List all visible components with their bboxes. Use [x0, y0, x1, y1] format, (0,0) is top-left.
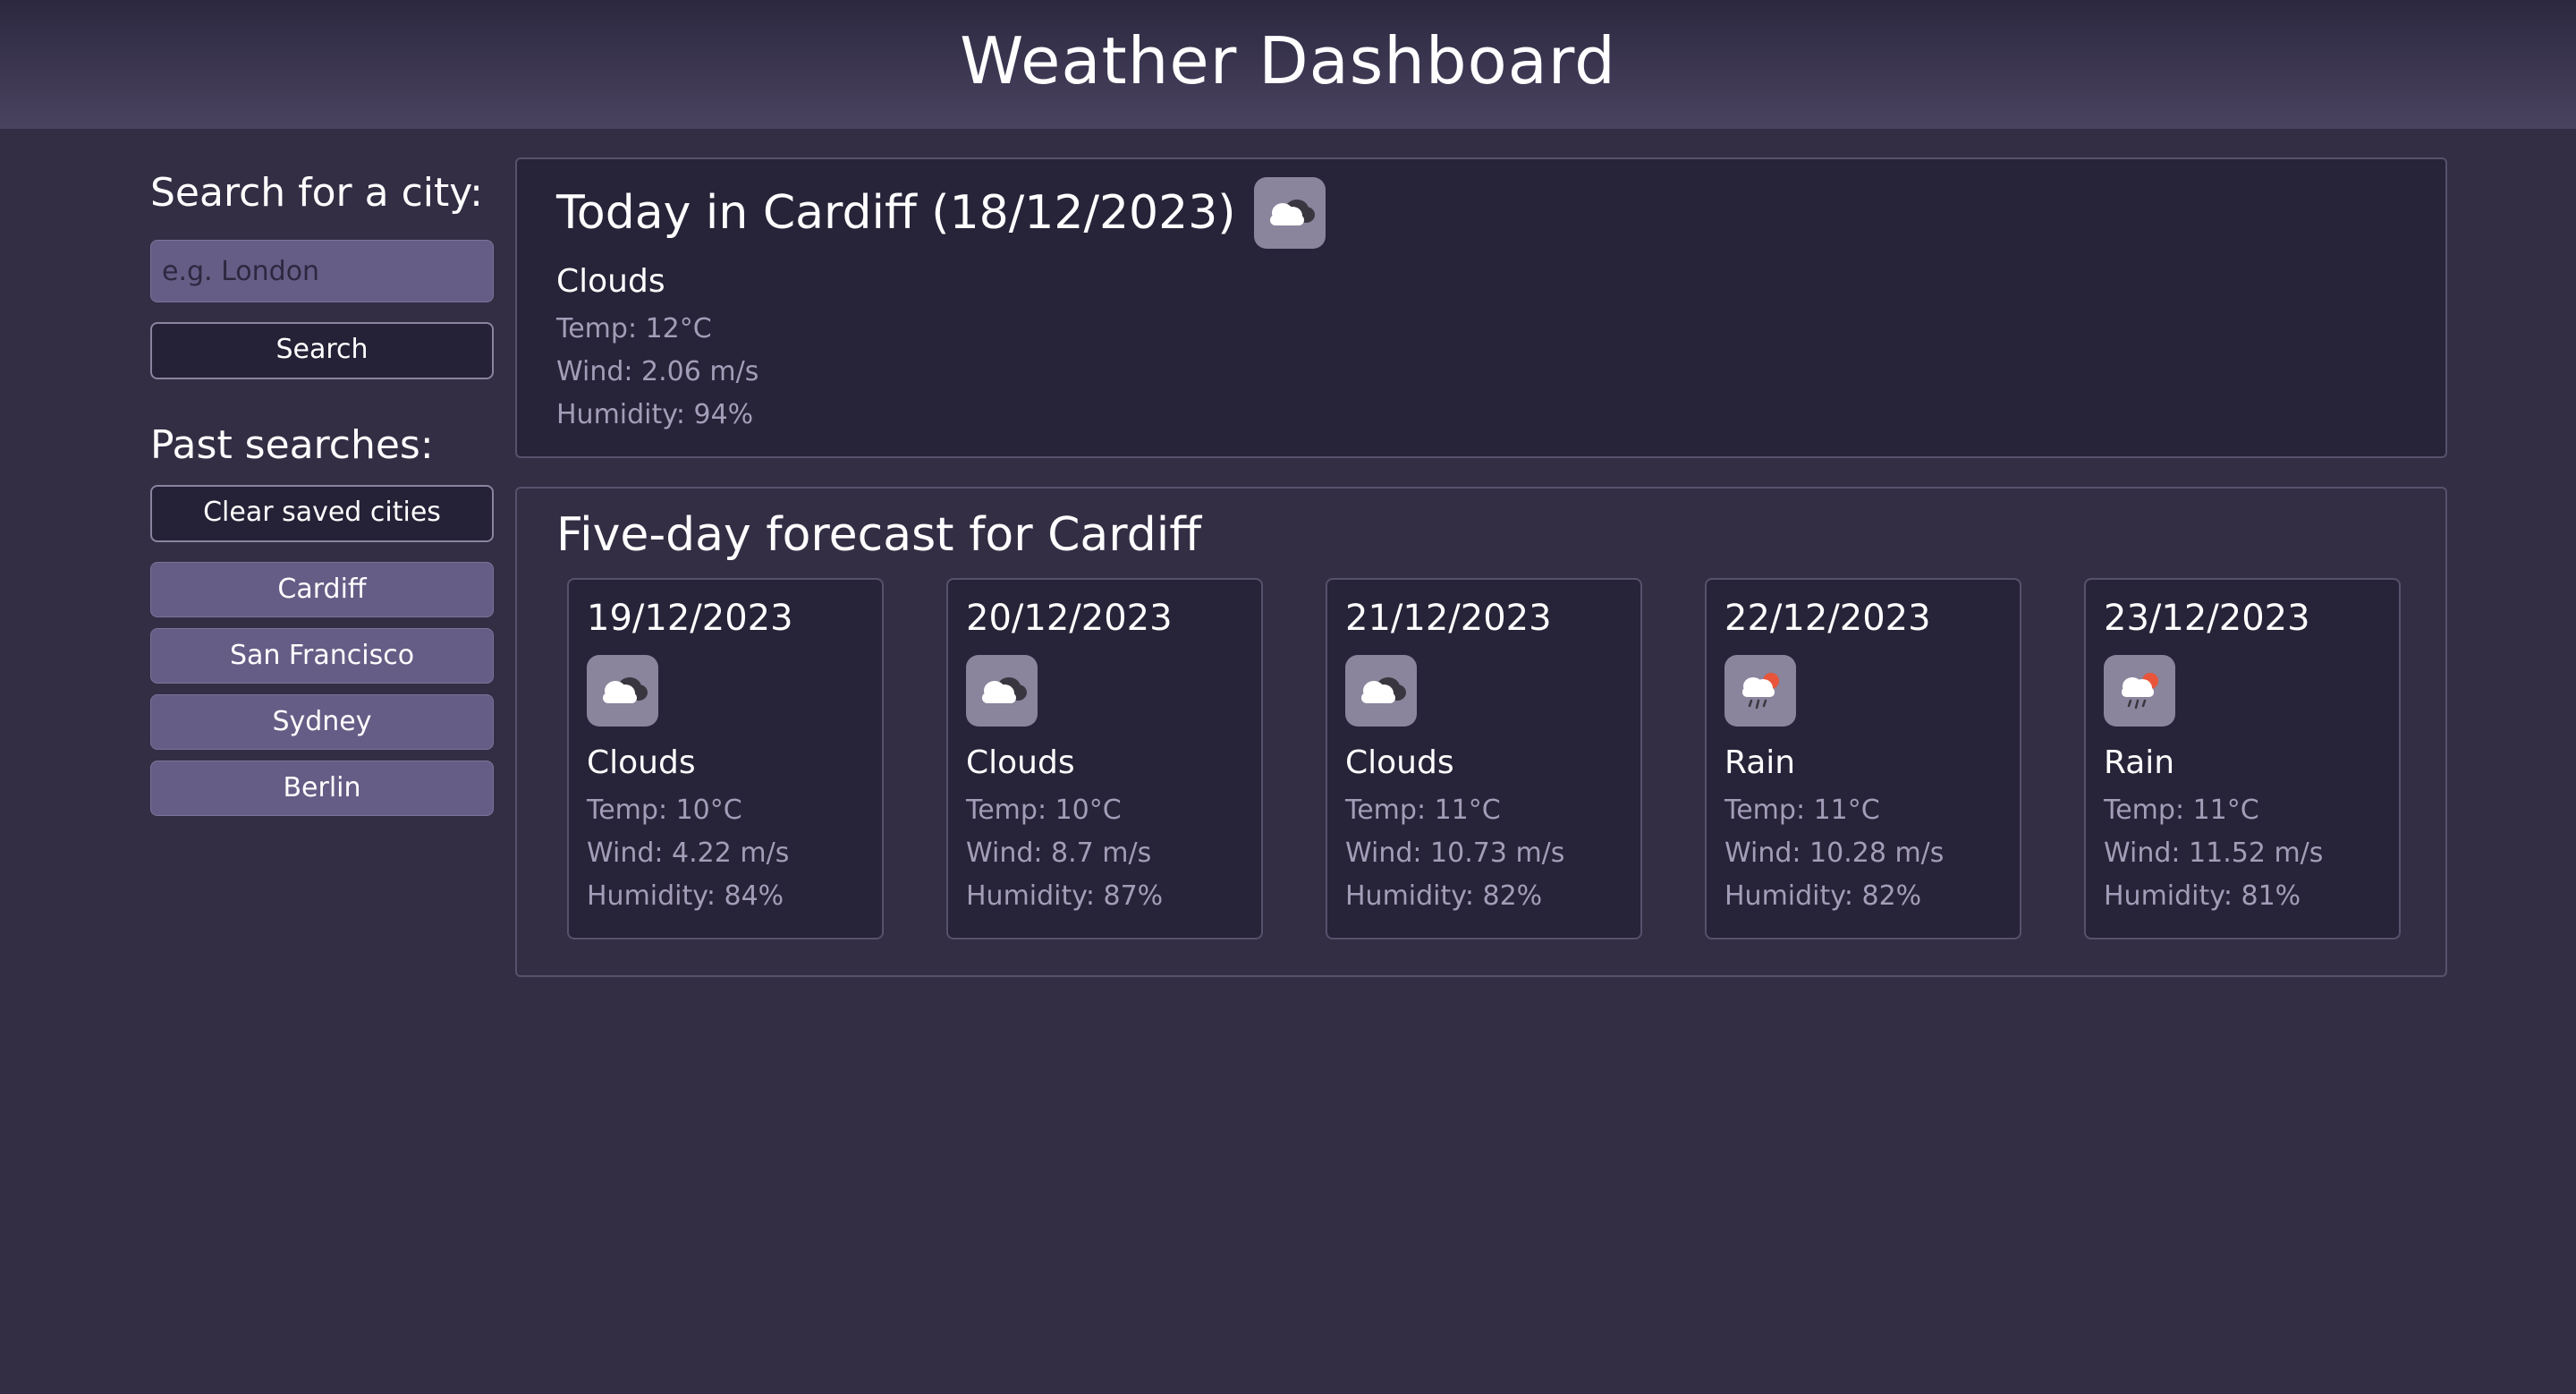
today-humidity: Humidity: 94% [556, 399, 754, 430]
page-header: Weather Dashboard [0, 0, 2576, 129]
forecast-humidity: Humidity: 87% [966, 880, 1164, 912]
forecast-cards: 19/12/2023 Clouds Temp: 10°C Wind: 4.22 … [567, 578, 2401, 939]
today-stats: Temp: 12°C Wind: 2.06 m/s Humidity: 94% [556, 308, 758, 437]
forecast-temp: Temp: 11°C [1345, 795, 1501, 826]
forecast-stats: Temp: 11°C Wind: 11.52 m/s Humidity: 81% [2104, 789, 2323, 918]
past-search-city-button[interactable]: Cardiff [150, 562, 494, 617]
today-title: Today in Cardiff (18/12/2023) [556, 186, 1236, 240]
forecast-humidity: Humidity: 81% [2104, 880, 2301, 912]
forecast-condition: Clouds [587, 744, 696, 781]
past-searches-heading: Past searches: [150, 422, 434, 468]
forecast-stats: Temp: 10°C Wind: 4.22 m/s Humidity: 84% [587, 789, 789, 918]
forecast-date: 22/12/2023 [1724, 598, 1931, 639]
past-search-city-button[interactable]: Berlin [150, 761, 494, 816]
today-weather-panel: Today in Cardiff (18/12/2023) Clouds Tem… [515, 157, 2447, 458]
forecast-condition: Clouds [1345, 744, 1454, 781]
clouds-icon [587, 655, 658, 727]
forecast-condition: Clouds [966, 744, 1075, 781]
forecast-wind: Wind: 11.52 m/s [2104, 837, 2324, 869]
forecast-panel: Five-day forecast for Cardiff 19/12/2023… [515, 487, 2447, 977]
past-search-city-button[interactable]: San Francisco [150, 628, 494, 684]
forecast-wind: Wind: 10.28 m/s [1724, 837, 1945, 869]
forecast-temp: Temp: 10°C [587, 795, 742, 826]
page-title: Weather Dashboard [960, 23, 1616, 98]
forecast-date: 23/12/2023 [2104, 598, 2310, 639]
forecast-wind: Wind: 4.22 m/s [587, 837, 790, 869]
forecast-temp: Temp: 11°C [2104, 795, 2259, 826]
clouds-icon [1345, 655, 1417, 727]
forecast-wind: Wind: 8.7 m/s [966, 837, 1152, 869]
forecast-condition: Rain [1724, 744, 1796, 781]
today-title-row: Today in Cardiff (18/12/2023) [556, 177, 1326, 249]
sidebar: Search for a city: Search Past searches:… [150, 157, 494, 827]
forecast-condition: Rain [2104, 744, 2175, 781]
rain-icon [2104, 655, 2175, 727]
search-input[interactable] [150, 240, 494, 302]
forecast-card: 19/12/2023 Clouds Temp: 10°C Wind: 4.22 … [567, 578, 884, 939]
forecast-humidity: Humidity: 82% [1345, 880, 1543, 912]
forecast-title: Five-day forecast for Cardiff [556, 508, 1202, 562]
forecast-card: 21/12/2023 Clouds Temp: 11°C Wind: 10.73… [1326, 578, 1642, 939]
past-search-city-button[interactable]: Sydney [150, 694, 494, 750]
clouds-icon [966, 655, 1038, 727]
forecast-date: 20/12/2023 [966, 598, 1173, 639]
forecast-card: 20/12/2023 Clouds Temp: 10°C Wind: 8.7 m… [946, 578, 1263, 939]
forecast-temp: Temp: 10°C [966, 795, 1122, 826]
forecast-wind: Wind: 10.73 m/s [1345, 837, 1565, 869]
forecast-temp: Temp: 11°C [1724, 795, 1880, 826]
today-wind: Wind: 2.06 m/s [556, 356, 759, 387]
past-searches-list: Cardiff San Francisco Sydney Berlin [150, 562, 494, 816]
forecast-card: 22/12/2023 Rain Temp: 11°C Wind: 10.28 m… [1705, 578, 2021, 939]
forecast-date: 21/12/2023 [1345, 598, 1552, 639]
clear-saved-cities-button[interactable]: Clear saved cities [150, 485, 494, 542]
search-button[interactable]: Search [150, 322, 494, 379]
forecast-humidity: Humidity: 82% [1724, 880, 1922, 912]
today-condition: Clouds [556, 263, 665, 300]
forecast-humidity: Humidity: 84% [587, 880, 784, 912]
rain-icon [1724, 655, 1796, 727]
forecast-stats: Temp: 11°C Wind: 10.28 m/s Humidity: 82% [1724, 789, 1944, 918]
forecast-card: 23/12/2023 Rain Temp: 11°C Wind: 11.52 m… [2084, 578, 2401, 939]
forecast-date: 19/12/2023 [587, 598, 793, 639]
today-temp: Temp: 12°C [556, 313, 712, 344]
forecast-stats: Temp: 11°C Wind: 10.73 m/s Humidity: 82% [1345, 789, 1564, 918]
forecast-stats: Temp: 10°C Wind: 8.7 m/s Humidity: 87% [966, 789, 1163, 918]
clouds-icon [1253, 177, 1326, 249]
search-heading: Search for a city: [150, 170, 483, 216]
